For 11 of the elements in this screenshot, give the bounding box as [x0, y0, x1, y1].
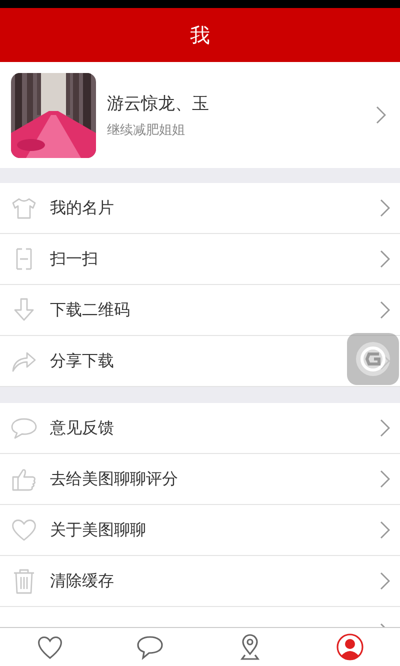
menu-item-label[interactable]: 扫一扫: [50, 248, 98, 270]
menu-item-label[interactable]: 去给美图聊聊评分: [50, 468, 178, 490]
user-signature: 继续减肥姐姐: [107, 122, 186, 138]
menu-item-label[interactable]: 清除缓存: [50, 570, 114, 592]
menu-item-label[interactable]: 下载二维码: [50, 300, 130, 320]
menu-item-label[interactable]: 我的名片: [50, 198, 114, 218]
page-title: 我: [190, 22, 210, 48]
user-name: 游云惊龙、玉: [107, 92, 210, 114]
menu-item-label[interactable]: 分享下载: [50, 350, 114, 372]
menu-item-label[interactable]: 意见反馈: [50, 418, 114, 438]
menu-item-label[interactable]: 关于美图聊聊: [50, 520, 146, 540]
